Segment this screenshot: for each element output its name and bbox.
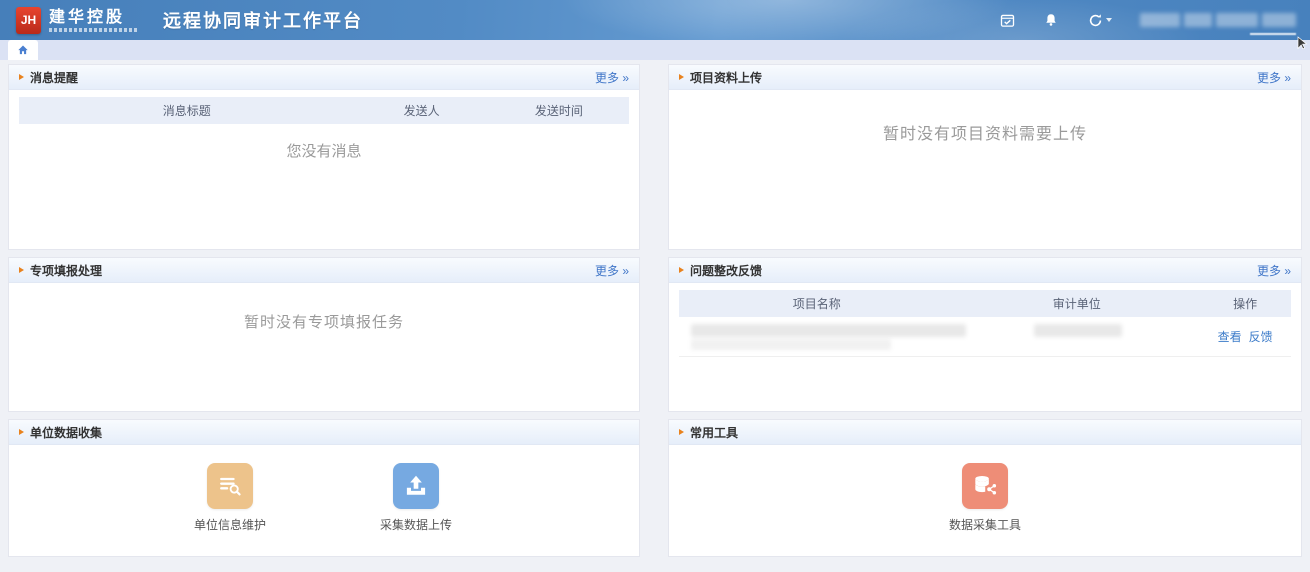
more-link[interactable]: 更多 »	[595, 262, 629, 279]
launcher-label: 单位信息维护	[194, 516, 266, 533]
redacted-text	[1262, 13, 1296, 27]
panel-messages: 消息提醒 更多 » 消息标题 发送人 发送时间 您没有消息	[8, 64, 640, 250]
panel-title: 消息提醒	[30, 69, 78, 86]
more-link[interactable]: 更多 »	[1257, 69, 1291, 86]
panel-project-upload-header: 项目资料上传 更多 »	[669, 65, 1301, 90]
panel-title: 常用工具	[690, 424, 738, 441]
redacted-text	[1140, 13, 1180, 27]
header-actions	[999, 12, 1296, 28]
panel-tools: 常用工具	[668, 419, 1302, 557]
rectification-table-header: 项目名称 审计单位 操作	[679, 290, 1291, 317]
panel-title: 单位数据收集	[30, 424, 102, 441]
redacted-text	[1216, 13, 1258, 27]
upload-icon	[393, 463, 439, 509]
panel-rectification-header: 问题整改反馈 更多 »	[669, 258, 1301, 283]
panel-project-upload: 项目资料上传 更多 » 暂时没有项目资料需要上传	[668, 64, 1302, 250]
panel-messages-header: 消息提醒 更多 »	[9, 65, 639, 90]
calendar-icon[interactable]	[999, 12, 1015, 28]
messages-table-header: 消息标题 发送人 发送时间	[19, 97, 629, 124]
launcher-unit-info-maintenance[interactable]: 单位信息维护	[169, 463, 291, 533]
panel-unit-data-header: 单位数据收集	[9, 420, 639, 445]
tab-home[interactable]	[8, 40, 38, 60]
unit-data-launchers: 单位信息维护 采集数据上传	[9, 445, 639, 533]
triangle-icon	[19, 267, 24, 273]
doc-search-icon	[207, 463, 253, 509]
messages-empty-text: 您没有消息	[9, 140, 639, 161]
panel-tools-header: 常用工具	[669, 420, 1301, 445]
brand-block: 建华控股	[49, 9, 137, 32]
col-message-title: 消息标题	[19, 102, 355, 119]
col-send-time: 发送时间	[489, 102, 629, 119]
tools-launchers: 数据采集工具	[669, 445, 1301, 533]
special-report-empty-text: 暂时没有专项填报任务	[9, 311, 639, 332]
brand-name: 建华控股	[49, 9, 137, 26]
triangle-icon	[679, 267, 684, 273]
triangle-icon	[19, 429, 24, 435]
panel-title: 问题整改反馈	[690, 262, 762, 279]
col-audit-unit: 审计单位	[954, 295, 1199, 312]
panel-title: 专项填报处理	[30, 262, 102, 279]
more-link[interactable]: 更多 »	[595, 69, 629, 86]
triangle-icon	[19, 74, 24, 80]
brand-logo: JH	[16, 7, 41, 34]
project-upload-empty-text: 暂时没有项目资料需要上传	[669, 120, 1301, 144]
redacted-audit-unit	[1034, 324, 1122, 337]
col-project-name: 项目名称	[679, 295, 954, 312]
panel-rectification: 问题整改反馈 更多 » 项目名称 审计单位 操作 查看 反馈	[668, 257, 1302, 412]
chevron-down-icon	[1106, 18, 1112, 22]
redacted-project-name	[691, 324, 966, 337]
col-operation: 操作	[1199, 295, 1291, 312]
launcher-label: 采集数据上传	[380, 516, 452, 533]
dashboard: 消息提醒 更多 » 消息标题 发送人 发送时间 您没有消息 项目资料上传 更多 …	[0, 60, 1310, 557]
panel-unit-data: 单位数据收集 单位信息维护	[8, 419, 640, 557]
launcher-label: 数据采集工具	[949, 516, 1021, 533]
col-sender: 发送人	[355, 102, 489, 119]
refresh-icon	[1087, 12, 1103, 28]
redacted-text	[1184, 13, 1212, 27]
app-root: JH 建华控股 远程协同审计工作平台	[0, 0, 1310, 572]
table-row: 查看 反馈	[679, 317, 1291, 357]
app-title: 远程协同审计工作平台	[163, 7, 363, 33]
panel-special-report-header: 专项填报处理 更多 »	[9, 258, 639, 283]
app-header: JH 建华控股 远程协同审计工作平台	[0, 0, 1310, 40]
more-link[interactable]: 更多 »	[1257, 262, 1291, 279]
view-link[interactable]: 查看	[1218, 328, 1242, 345]
user-account-redacted[interactable]	[1140, 13, 1296, 27]
tab-bar	[0, 40, 1310, 60]
user-link-underline	[1250, 33, 1296, 35]
brand-subtext	[49, 28, 137, 32]
bell-icon[interactable]	[1043, 12, 1059, 28]
panel-title: 项目资料上传	[690, 69, 762, 86]
triangle-icon	[679, 74, 684, 80]
triangle-icon	[679, 429, 684, 435]
launcher-collected-data-upload[interactable]: 采集数据上传	[355, 463, 477, 533]
redacted-project-name	[691, 339, 891, 350]
row-operations: 查看 反馈	[1199, 328, 1291, 345]
home-icon	[17, 44, 29, 56]
feedback-link[interactable]: 反馈	[1249, 328, 1273, 345]
database-share-icon	[962, 463, 1008, 509]
launcher-data-collection-tool[interactable]: 数据采集工具	[924, 463, 1046, 533]
refresh-control[interactable]	[1087, 12, 1112, 28]
mouse-cursor	[1297, 36, 1308, 54]
panel-special-report: 专项填报处理 更多 » 暂时没有专项填报任务	[8, 257, 640, 412]
